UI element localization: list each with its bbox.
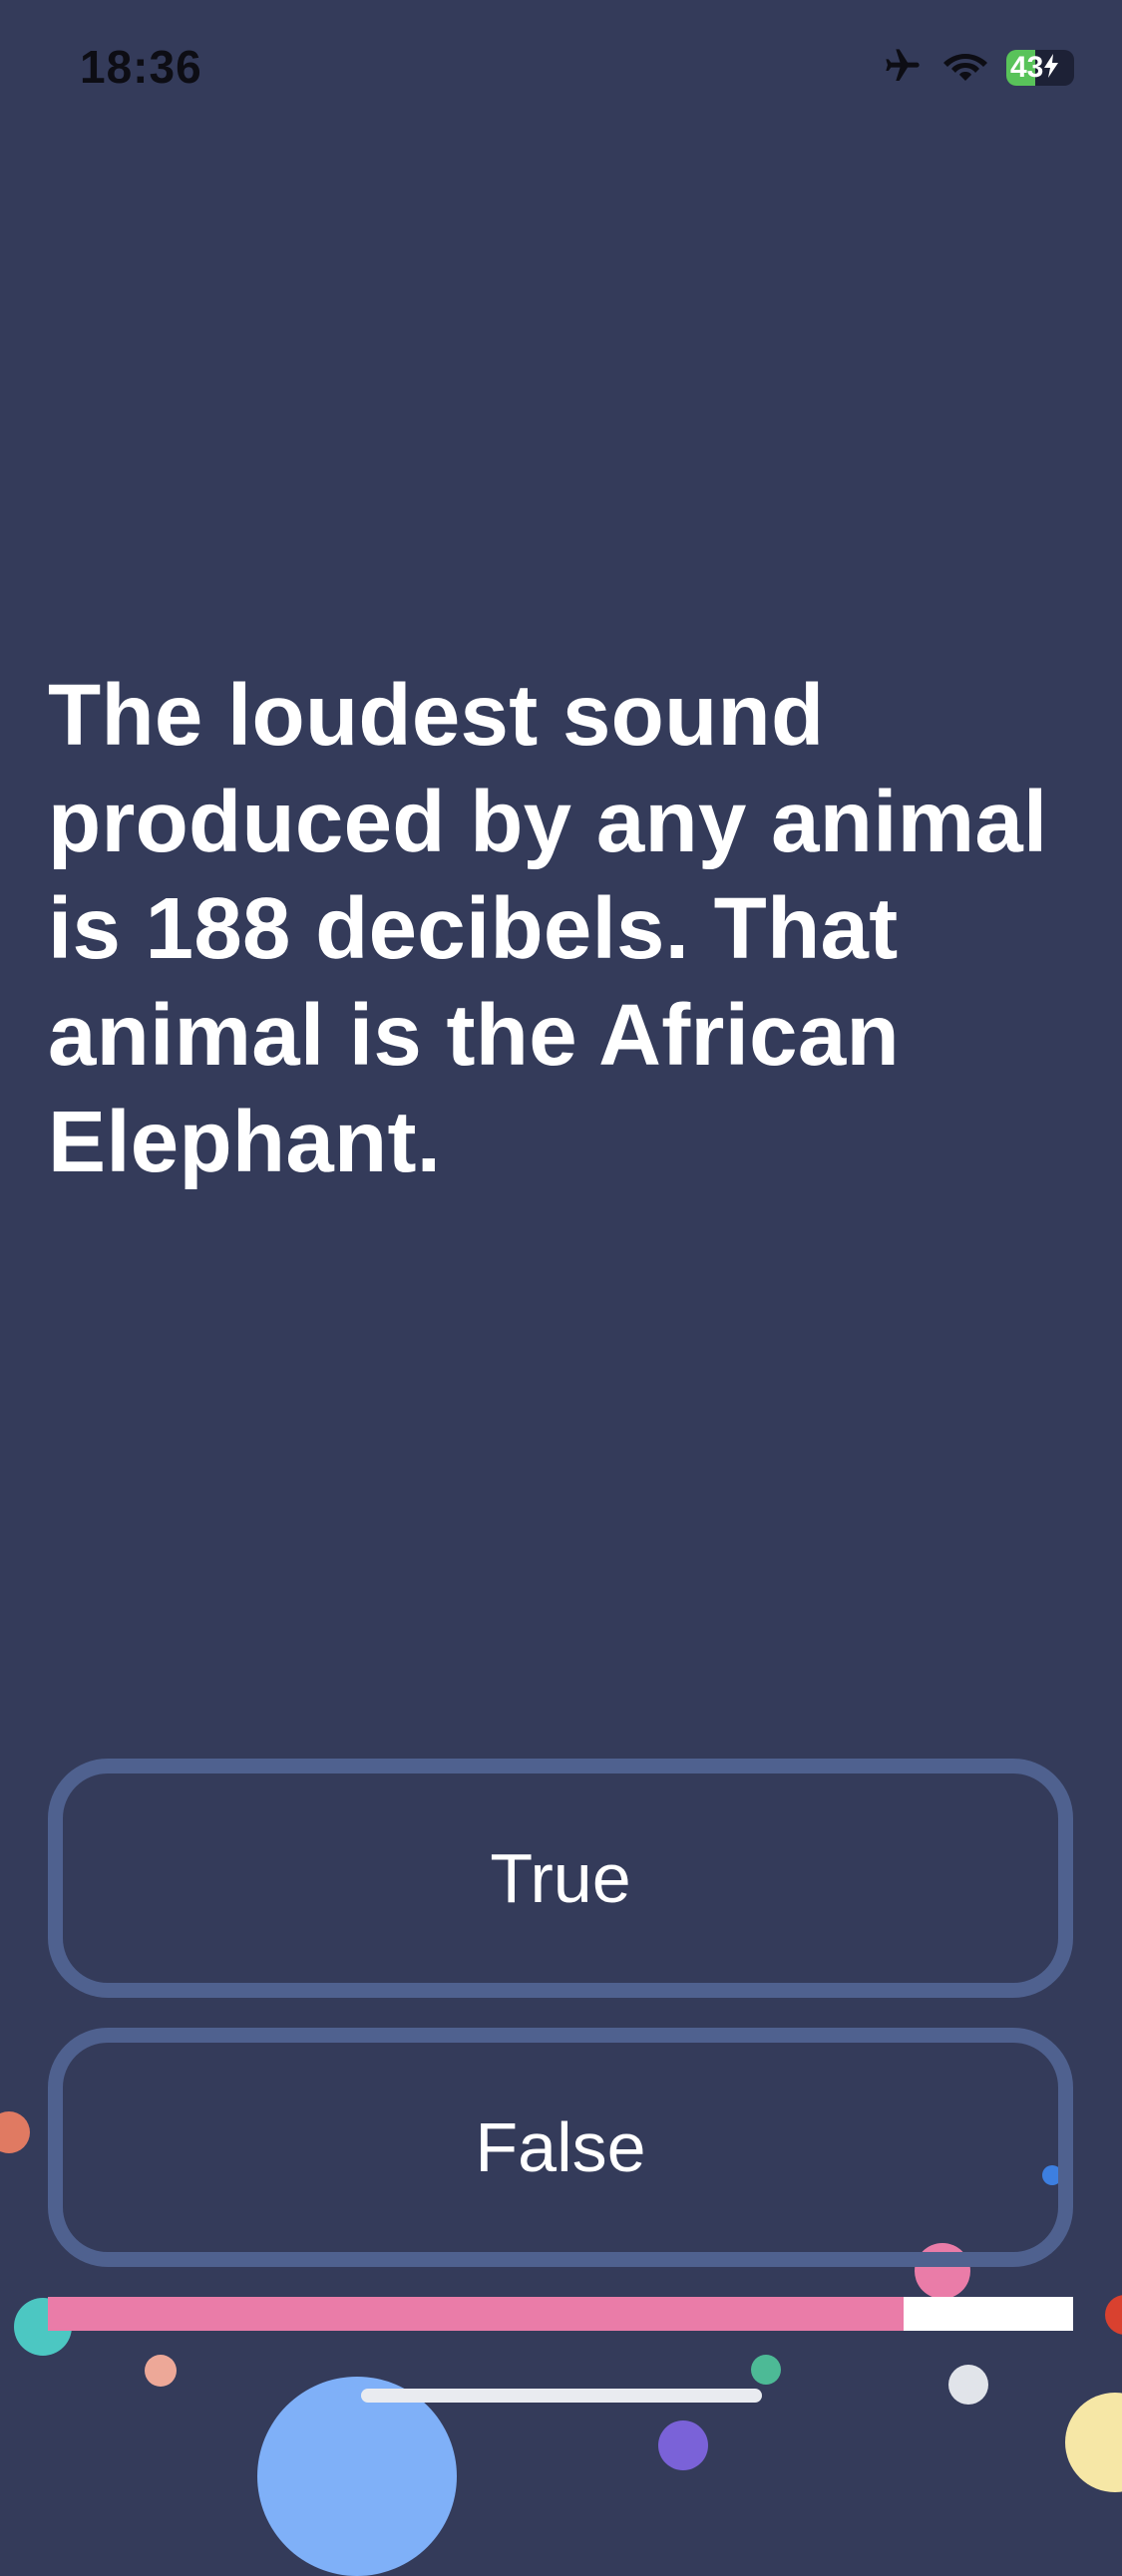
decorative-dot [0, 2111, 30, 2153]
false-button[interactable]: False [48, 2028, 1073, 2267]
wifi-icon [942, 48, 988, 89]
status-icons: 43 [881, 44, 1074, 92]
status-time: 18:36 [80, 41, 202, 93]
decorative-dot [257, 2377, 457, 2576]
question-text: The loudest sound produced by any animal… [48, 667, 1048, 1190]
decorative-dot [1105, 2295, 1122, 2335]
decorative-dot [948, 2365, 988, 2405]
home-indicator[interactable] [361, 2389, 762, 2403]
decorative-dot [145, 2355, 177, 2387]
true-button[interactable]: True [48, 1759, 1073, 1998]
battery-icon: 43 [1006, 50, 1074, 86]
progress-bar [48, 2297, 1073, 2331]
decorative-dot [751, 2355, 781, 2385]
battery-level: 43 [1010, 51, 1044, 84]
airplane-icon [881, 46, 925, 91]
charging-bolt-icon [1044, 53, 1059, 83]
decorative-dot [1065, 2393, 1122, 2492]
status-bar: 18:36 43 [0, 0, 1122, 140]
progress-fill [48, 2297, 905, 2331]
